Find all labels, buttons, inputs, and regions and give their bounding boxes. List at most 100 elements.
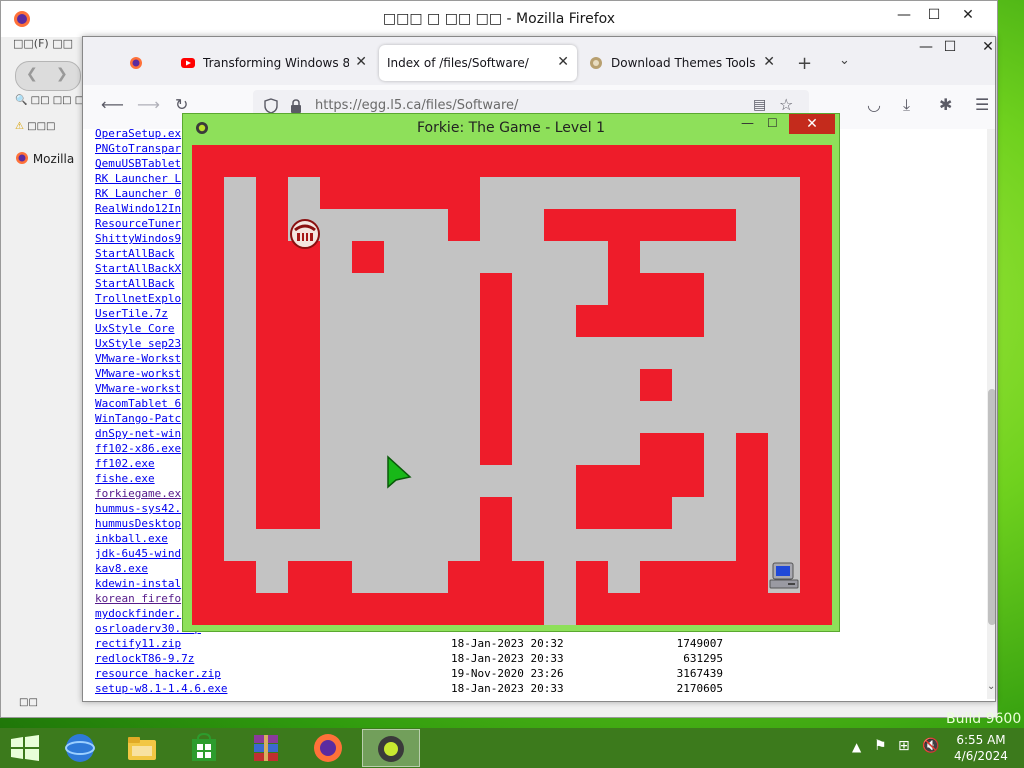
file-link[interactable]: dnSpy-net-win bbox=[95, 427, 181, 440]
forward-arrow-icon[interactable]: ⟶ bbox=[137, 95, 160, 114]
tab-download-themes[interactable]: Download Themes Tools fo ✕ bbox=[583, 45, 783, 81]
maze-path-segment bbox=[256, 529, 288, 593]
scroll-down-icon[interactable]: ⌄ bbox=[987, 681, 995, 692]
file-link[interactable]: StartAllBackX bbox=[95, 262, 181, 275]
new-tab-button[interactable]: + bbox=[797, 53, 812, 74]
file-link[interactable]: kdewin-instal bbox=[95, 577, 181, 590]
file-link[interactable]: RK Launcher L bbox=[95, 172, 181, 185]
status-icon: □□ bbox=[19, 697, 38, 708]
file-link[interactable]: resource hacker.zip bbox=[95, 667, 221, 680]
close-button[interactable]: ✕ bbox=[953, 7, 983, 23]
file-link[interactable]: StartAllBack bbox=[95, 247, 174, 260]
file-link[interactable]: VMware-workst bbox=[95, 382, 181, 395]
close-icon[interactable]: ✕ bbox=[763, 54, 775, 70]
firefox-icon bbox=[16, 152, 28, 164]
winrar-icon bbox=[254, 735, 278, 761]
tab-youtube[interactable]: Transforming Windows 8 in ✕ bbox=[175, 45, 375, 81]
file-date: 18-Jan-2023 20:33 bbox=[451, 652, 564, 665]
taskbar-forkie-game[interactable] bbox=[362, 729, 420, 767]
file-link[interactable]: PNGtoTranspar bbox=[95, 142, 181, 155]
file-link[interactable]: VMware-Workst bbox=[95, 352, 181, 365]
close-button[interactable]: ✕ bbox=[789, 114, 835, 134]
maximize-button[interactable]: ☐ bbox=[767, 116, 778, 130]
file-link[interactable]: mydockfinder. bbox=[95, 607, 181, 620]
maximize-button[interactable]: ☐ bbox=[919, 7, 949, 23]
back-nav-buttons[interactable]: ❮ ❯ bbox=[15, 61, 81, 91]
lock-icon bbox=[291, 99, 301, 113]
file-link[interactable]: StartAllBack bbox=[95, 277, 174, 290]
file-link[interactable]: hummusDesktop bbox=[95, 517, 181, 530]
taskbar-firefox[interactable] bbox=[300, 729, 358, 767]
file-link[interactable]: QemuUSBTablet bbox=[95, 157, 181, 170]
tab-firefox[interactable] bbox=[123, 45, 169, 81]
file-link[interactable]: WacomTablet 6 bbox=[95, 397, 181, 410]
file-link[interactable]: OperaSetup.ex bbox=[95, 129, 181, 140]
file-link[interactable]: UxStyle Core bbox=[95, 322, 174, 335]
forward-arrow-icon[interactable]: ❯ bbox=[56, 66, 68, 82]
maze-path-segment bbox=[640, 529, 736, 561]
show-hidden-icons-icon[interactable]: ▲ bbox=[852, 740, 861, 754]
taskbar-store[interactable] bbox=[176, 729, 234, 767]
file-link[interactable]: RealWindo12In bbox=[95, 202, 181, 215]
tab-strip: Transforming Windows 8 in ✕ Index of /fi… bbox=[83, 37, 995, 85]
close-icon[interactable]: ✕ bbox=[557, 54, 569, 70]
back-menu-bar[interactable]: □□(F) □□ bbox=[13, 37, 83, 53]
build-watermark: Build 9600 bbox=[946, 711, 1022, 727]
network-icon[interactable]: ⊞ bbox=[898, 738, 910, 754]
file-link[interactable]: UxStyle sep23 bbox=[95, 337, 181, 350]
maze-path-segment bbox=[576, 401, 704, 433]
file-link[interactable]: UserTile.7z bbox=[95, 307, 168, 320]
file-link[interactable]: hummus-sys42. bbox=[95, 502, 181, 515]
taskbar-file-explorer[interactable] bbox=[114, 729, 172, 767]
back-warning-row[interactable]: ⚠ □□□ bbox=[15, 121, 56, 132]
back-arrow-icon[interactable]: ❮ bbox=[26, 66, 38, 82]
minimize-button[interactable]: — bbox=[741, 116, 754, 131]
file-link[interactable]: fishe.exe bbox=[95, 472, 155, 485]
tab-index-software[interactable]: Index of /files/Software/ ✕ bbox=[379, 45, 577, 81]
back-tab[interactable]: Mozilla bbox=[15, 151, 83, 173]
clock[interactable]: 6:55 AM 4/6/2024 bbox=[946, 732, 1016, 764]
file-link[interactable]: ff102-x86.exe bbox=[95, 442, 181, 455]
file-link[interactable]: inkball.exe bbox=[95, 532, 168, 545]
file-link[interactable]: rectify11.zip bbox=[95, 637, 181, 650]
file-link[interactable]: forkiegame.ex bbox=[95, 487, 181, 500]
reload-icon[interactable]: ↻ bbox=[175, 95, 188, 114]
taskbar-internet-explorer[interactable] bbox=[52, 729, 110, 767]
close-button[interactable]: ✕ bbox=[973, 39, 1003, 55]
file-link[interactable]: ShittyWindos9 bbox=[95, 232, 181, 245]
file-link[interactable]: setup-w8.1-1.4.6.exe bbox=[95, 682, 227, 695]
file-link[interactable]: ResourceTuner bbox=[95, 217, 181, 230]
taskbar-winrar[interactable] bbox=[238, 729, 296, 767]
tab-list-chevron-icon[interactable]: ⌄ bbox=[839, 53, 850, 68]
forkie-game-window: Forkie: The Game - Level 1 — ☐ ✕ bbox=[182, 113, 840, 632]
file-link[interactable]: RK Launcher 0 bbox=[95, 187, 181, 200]
back-arrow-icon[interactable]: ⟵ bbox=[101, 95, 124, 114]
file-link[interactable]: VMware-workst bbox=[95, 367, 181, 380]
back-window-titlebar[interactable]: □□□ □ □□ □□ - Mozilla Firefox — ☐ ✕ bbox=[1, 1, 997, 37]
minimize-button[interactable]: — bbox=[889, 7, 919, 23]
computer-goal-icon bbox=[769, 562, 799, 589]
file-link[interactable]: WinTango-Patc bbox=[95, 412, 181, 425]
bookmark-star-icon[interactable]: ☆ bbox=[779, 95, 793, 114]
game-titlebar[interactable]: Forkie: The Game - Level 1 — ☐ ✕ bbox=[183, 114, 839, 144]
search-icon: 🔍 bbox=[15, 95, 28, 106]
reader-view-icon[interactable]: ▤ bbox=[753, 97, 766, 113]
file-link[interactable]: TrollnetExplo bbox=[95, 292, 181, 305]
download-icon[interactable]: ⤓ bbox=[903, 95, 910, 115]
pocket-icon[interactable]: ◡ bbox=[867, 95, 881, 114]
file-link[interactable]: jdk-6u45-wind bbox=[95, 547, 181, 560]
scrollbar-thumb[interactable] bbox=[988, 389, 995, 625]
flag-icon[interactable]: ⚑ bbox=[874, 738, 887, 754]
file-link[interactable]: kav8.exe bbox=[95, 562, 148, 575]
file-link[interactable]: korean firefo bbox=[95, 592, 181, 605]
extensions-icon[interactable]: ✱ bbox=[939, 95, 952, 114]
file-link[interactable]: redlockT86-9.7z bbox=[95, 652, 194, 665]
menu-icon[interactable]: ☰ bbox=[975, 95, 989, 114]
maze-board[interactable] bbox=[192, 145, 832, 625]
start-button[interactable] bbox=[0, 729, 58, 767]
close-icon[interactable]: ✕ bbox=[355, 54, 367, 70]
maximize-button[interactable]: ☐ bbox=[935, 39, 965, 55]
file-link[interactable]: ff102.exe bbox=[95, 457, 155, 470]
scrollbar[interactable]: ⌄ bbox=[987, 129, 995, 699]
volume-muted-icon[interactable]: 🔇 bbox=[922, 738, 939, 754]
